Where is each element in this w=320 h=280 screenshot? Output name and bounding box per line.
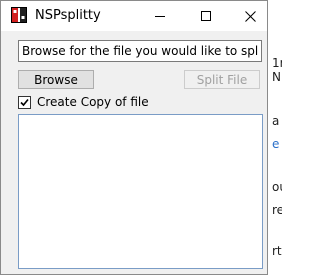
background-text: rt bbox=[272, 244, 282, 258]
app-icon bbox=[11, 7, 27, 23]
nspsplitty-window: NSPsplitty Browse Split File Create Co bbox=[0, 0, 268, 275]
title-bar[interactable]: NSPsplitty bbox=[1, 1, 267, 31]
background-text: e l bbox=[272, 137, 282, 151]
split-file-button[interactable]: Split File bbox=[184, 70, 260, 89]
output-log-textarea[interactable] bbox=[18, 114, 263, 269]
close-button[interactable] bbox=[227, 1, 273, 31]
minimize-icon bbox=[155, 16, 165, 17]
maximize-icon bbox=[201, 11, 211, 21]
background-text: ou bbox=[272, 180, 282, 194]
file-path-input[interactable] bbox=[18, 40, 262, 62]
minimize-button[interactable] bbox=[137, 1, 183, 31]
background-window-fragment: 1r NE a e l ou re rt bbox=[268, 0, 282, 280]
create-copy-option[interactable]: Create Copy of file bbox=[18, 94, 149, 110]
maximize-button[interactable] bbox=[183, 1, 229, 31]
window-title: NSPsplitty bbox=[35, 8, 101, 23]
background-text: a bbox=[272, 114, 280, 128]
background-text: 1r bbox=[272, 56, 282, 70]
browse-button[interactable]: Browse bbox=[18, 70, 94, 89]
background-text: NE bbox=[272, 70, 282, 84]
checkmark-icon bbox=[20, 98, 29, 106]
create-copy-label: Create Copy of file bbox=[37, 95, 149, 109]
background-text: re bbox=[272, 203, 282, 217]
create-copy-checkbox[interactable] bbox=[18, 95, 31, 109]
close-icon bbox=[244, 10, 256, 22]
